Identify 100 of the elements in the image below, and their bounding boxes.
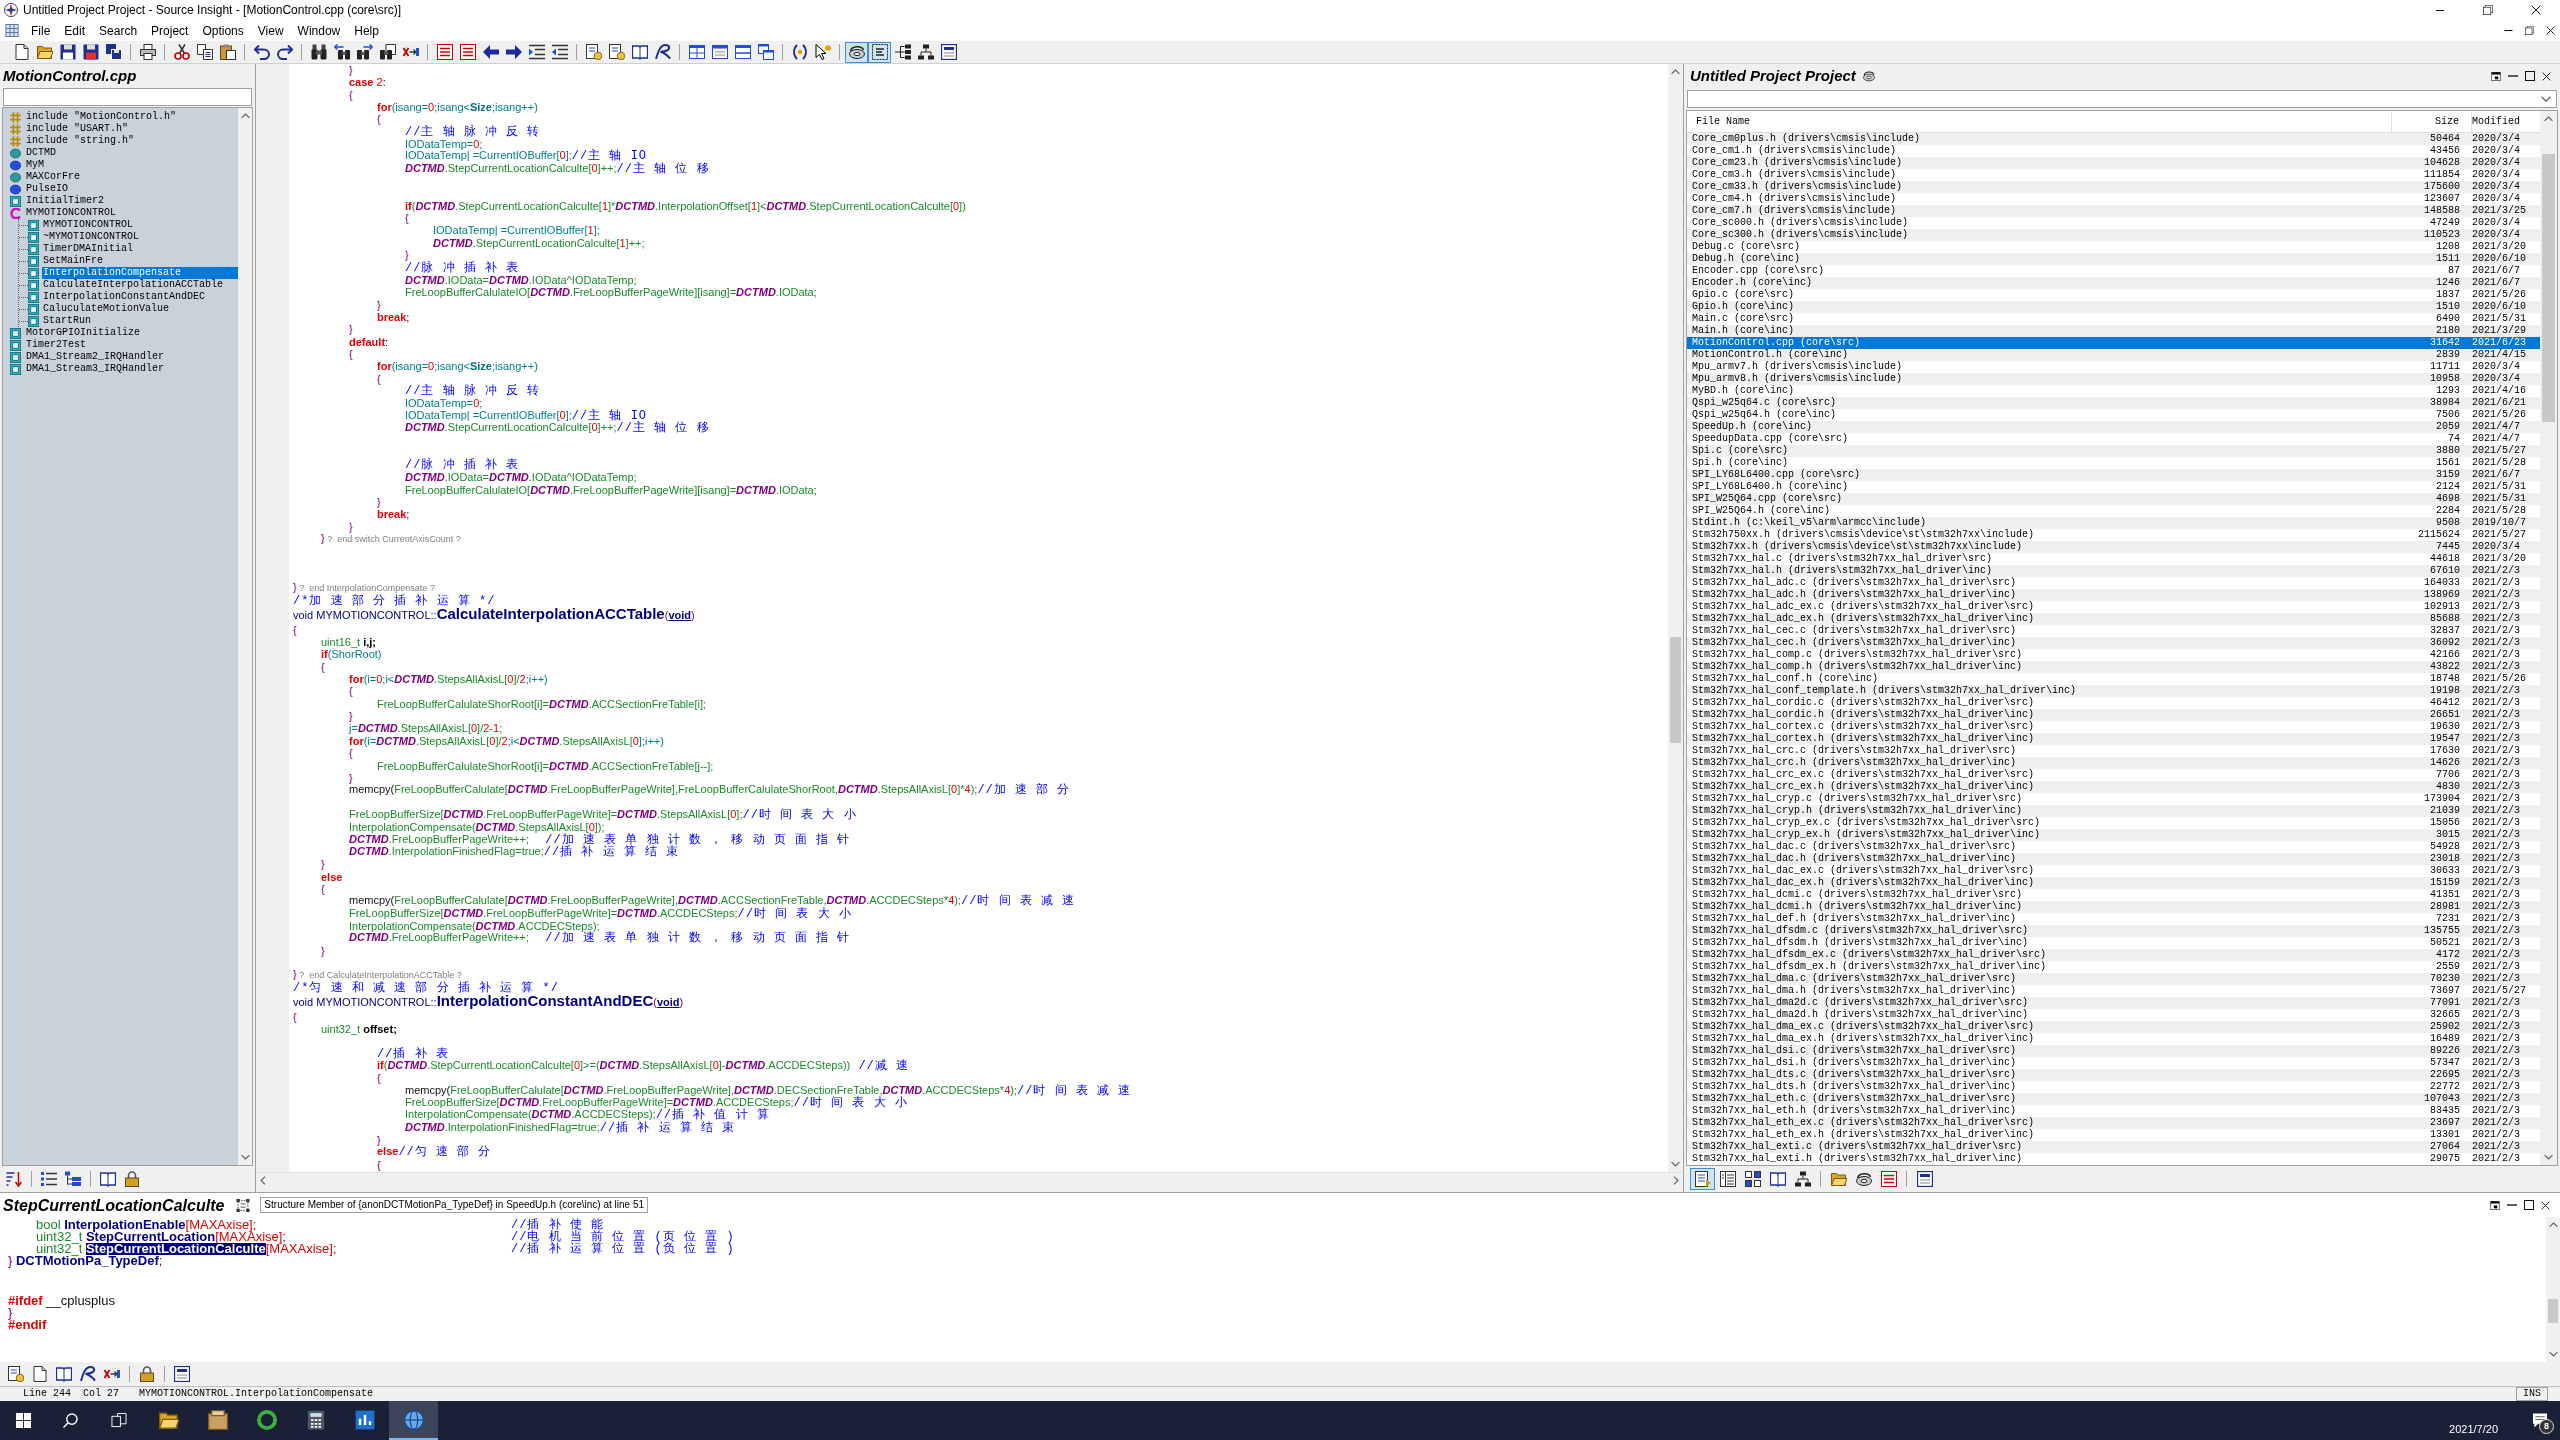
tree-item[interactable]: include "MotionControl.h" xyxy=(25,111,178,123)
scrollbar-thumb[interactable] xyxy=(1670,637,1681,743)
chevron-left-icon[interactable] xyxy=(260,1176,266,1185)
chevron-down-icon[interactable] xyxy=(2544,1154,2553,1160)
file-row[interactable]: Stm32h7xx_hal_dfsdm_ex.c (drivers\stm32h7xx_hal_driver\src) 4172 2021/2/3 xyxy=(1687,949,2540,961)
maximize-icon[interactable] xyxy=(2524,1200,2534,1210)
file-row[interactable]: Stm32h7xx_hal_adc_ex.h (drivers\stm32h7xx_hal_driver\inc) 85688 2021/2/3 xyxy=(1687,613,2540,625)
file-row[interactable]: Stm32h7xx_hal_exti.c (drivers\stm32h7xx_hal_driver\src) 27064 2021/2/3 xyxy=(1687,1141,2540,1153)
file-row[interactable]: Gpio.h (core\inc) 1510 2020/6/10 xyxy=(1687,301,2540,313)
tree-item[interactable]: MyM xyxy=(25,159,45,171)
tree-item[interactable]: MotorGPIOInitialize xyxy=(25,327,142,339)
file-row[interactable]: Stm32h7xx_hal_crc_ex.h (drivers\stm32h7xx_hal_driver\inc) 4830 2021/2/3 xyxy=(1687,781,2540,793)
file-row[interactable]: Stm32h7xx_hal_cortex.h (drivers\stm32h7xx_hal_driver\inc) 19547 2021/2/3 xyxy=(1687,733,2540,745)
file-row[interactable]: Stm32h7xx_hal_cec.h (drivers\stm32h7xx_hal_driver\inc) 36092 2021/2/3 xyxy=(1687,637,2540,649)
file-row[interactable]: Stm32h7xx_hal.h (drivers\stm32h7xx_hal_driver\inc) 67610 2021/2/3 xyxy=(1687,565,2540,577)
file-row[interactable]: Mpu_armv8.h (drivers\cmsis\include) 10958 2020/3/4 xyxy=(1687,373,2540,385)
file-row[interactable]: Stm32h7xx_hal_cryp.h (drivers\stm32h7xx_hal_driver\inc) 21039 2021/2/3 xyxy=(1687,805,2540,817)
menu-item[interactable]: Help xyxy=(347,22,386,39)
file-row[interactable]: Stm32h7xx_hal_comp.h (drivers\stm32h7xx_hal_driver\inc) 43822 2021/2/3 xyxy=(1687,661,2540,673)
close-icon[interactable] xyxy=(2546,26,2555,35)
file-row[interactable]: Stm32h7xx_hal_dma_ex.c (drivers\stm32h7xx_hal_driver\src) 25902 2021/2/3 xyxy=(1687,1021,2540,1033)
file-row[interactable]: Stm32h7xx.h (drivers\cmsis\device\st\stm32h7xx\include) 7445 2020/3/4 xyxy=(1687,541,2540,553)
filter-field[interactable] xyxy=(3,88,252,106)
menu-item[interactable]: File xyxy=(24,22,58,39)
toolbar-button[interactable] xyxy=(845,41,868,63)
scrollbar[interactable] xyxy=(256,1172,1683,1188)
file-row[interactable]: Core_cm7.h (drivers\cmsis\include) 148588 2021/3/25 xyxy=(1687,205,2540,217)
file-row[interactable]: Stm32h7xx_hal_cryp_ex.h (drivers\stm32h7xx_hal_driver\inc) 3015 2021/2/3 xyxy=(1687,829,2540,841)
file-row[interactable]: Stm32h7xx_hal_dac_ex.h (drivers\stm32h7xx_hal_driver\inc) 15159 2021/2/3 xyxy=(1687,877,2540,889)
tree-item[interactable]: ~MYMOTIONCONTROL xyxy=(42,231,140,243)
chevron-up-icon[interactable] xyxy=(1671,69,1680,75)
menu-item[interactable]: Search xyxy=(92,22,145,39)
column-header[interactable]: File Name xyxy=(1696,115,1750,127)
file-row[interactable]: Stm32h7xx_hal_dts.c (drivers\stm32h7xx_hal_driver\src) 22695 2021/2/3 xyxy=(1687,1069,2540,1081)
tree-item[interactable]: CalculateInterpolationACCTable xyxy=(42,279,225,291)
file-row[interactable]: Encoder.h (core\inc) 1246 2021/6/7 xyxy=(1687,277,2540,289)
scrollbar-thumb[interactable] xyxy=(2548,1299,2558,1323)
tree-item[interactable]: InitialTimer2 xyxy=(25,195,105,207)
tree-item[interactable]: DCTMD xyxy=(25,147,57,159)
chevron-up-icon[interactable] xyxy=(2544,116,2553,122)
close-icon[interactable] xyxy=(2542,71,2551,81)
close-icon[interactable] xyxy=(2541,1200,2550,1210)
chevron-right-icon[interactable] xyxy=(1673,1176,1679,1185)
file-row[interactable]: Core_cm33.h (drivers\cmsis\include) 175600 2020/3/4 xyxy=(1687,181,2540,193)
tree-item[interactable]: TimerDMAInitial xyxy=(42,243,134,255)
file-row[interactable]: Stm32h7xx_hal_dfsdm.c (drivers\stm32h7xx_hal_driver\src) 135755 2021/2/3 xyxy=(1687,925,2540,937)
tree-item[interactable]: StartRun xyxy=(42,315,92,327)
file-row[interactable]: Stm32h7xx_hal_dac.h (drivers\stm32h7xx_hal_driver\inc) 23018 2021/2/3 xyxy=(1687,853,2540,865)
file-row[interactable]: Stm32h7xx_hal_adc.h (drivers\stm32h7xx_hal_driver\inc) 138969 2021/2/3 xyxy=(1687,589,2540,601)
scrollbar[interactable] xyxy=(1668,64,1683,1172)
menu-item[interactable]: Edit xyxy=(57,22,93,39)
chevron-up-icon[interactable] xyxy=(2548,1222,2558,1228)
chevron-down-icon[interactable] xyxy=(1671,1161,1680,1167)
file-row[interactable]: Spi.c (core\src) 3880 2021/5/27 xyxy=(1687,445,2540,457)
file-row[interactable]: Stm32h7xx_hal_cordic.h (drivers\stm32h7xx_hal_driver\inc) 26651 2021/2/3 xyxy=(1687,709,2540,721)
tree-item[interactable]: DMA1_Stream3_IRQHandler xyxy=(25,363,166,375)
file-row[interactable]: Core_cm0plus.h (drivers\cmsis\include) 50464 2020/3/4 xyxy=(1687,133,2540,145)
tree-item[interactable]: CaluculateMotionValue xyxy=(42,303,171,315)
file-row[interactable]: Main.h (core\inc) 2180 2021/3/29 xyxy=(1687,325,2540,337)
close-icon[interactable] xyxy=(2531,5,2541,15)
menu-item[interactable]: Options xyxy=(195,22,251,39)
dock-icon[interactable] xyxy=(2490,1200,2500,1210)
notification-button[interactable]: 8 xyxy=(2520,1401,2560,1440)
chevron-down-icon[interactable] xyxy=(240,1154,250,1160)
file-row[interactable]: Qspi_w25q64.c (core\src) 38984 2021/6/21 xyxy=(1687,397,2540,409)
tree-item[interactable]: DMA1_Stream2_IRQHandler xyxy=(25,351,166,363)
file-row[interactable]: Stm32h7xx_hal_crc.h (drivers\stm32h7xx_hal_driver\inc) 14626 2021/2/3 xyxy=(1687,757,2540,769)
file-row[interactable]: SpeedUp.h (core\inc) 2059 2021/4/7 xyxy=(1687,421,2540,433)
scrollbar-thumb[interactable] xyxy=(2542,154,2555,422)
menu-item[interactable]: Project xyxy=(144,22,196,39)
file-row[interactable]: MotionControl.cpp (core\src) 31642 2021/6/23 xyxy=(1687,337,2540,349)
tree-item[interactable]: PulseIO xyxy=(25,183,69,195)
file-row[interactable]: SPI_W25Q64.cpp (core\src) 4698 2021/5/31 xyxy=(1687,493,2540,505)
minimize-icon[interactable] xyxy=(2435,9,2445,11)
file-row[interactable]: Stm32h7xx_hal_dcmi.h (drivers\stm32h7xx_hal_driver\inc) 28981 2021/2/3 xyxy=(1687,901,2540,913)
dock-icon[interactable] xyxy=(2491,71,2501,81)
column-header[interactable]: Size xyxy=(2435,115,2459,127)
file-row[interactable]: Stm32h7xx_hal_eth.c (drivers\stm32h7xx_hal_driver\src) 107043 2021/2/3 xyxy=(1687,1093,2540,1105)
file-row[interactable]: Stm32h7xx_hal_dsi.c (drivers\stm32h7xx_hal_driver\src) 89226 2021/2/3 xyxy=(1687,1045,2540,1057)
scrollbar[interactable] xyxy=(238,108,252,1165)
tree-item[interactable]: InterpolationCompensate xyxy=(42,267,238,279)
file-row[interactable]: Stm32h7xx_hal_conf_template.h (drivers\stm32h7xx_hal_driver\inc) 19198 2021/2/3 xyxy=(1687,685,2540,697)
tree-item[interactable]: MYMOTIONCONTROL xyxy=(25,207,117,219)
toolbar-button[interactable] xyxy=(868,41,891,63)
file-row[interactable]: MotionControl.h (core\inc) 2839 2021/4/15 xyxy=(1687,349,2540,361)
tree-item[interactable]: MAXCorFre xyxy=(25,171,81,183)
tree-item[interactable]: include "USART.h" xyxy=(25,123,130,135)
file-row[interactable]: Stm32h7xx_hal_eth_ex.c (drivers\stm32h7xx_hal_driver\src) 23697 2021/2/3 xyxy=(1687,1117,2540,1129)
tree-item[interactable]: include "string.h" xyxy=(25,135,136,147)
project-dropdown[interactable] xyxy=(1687,90,2557,108)
tree-item[interactable]: InterpolationConstantAndDEC xyxy=(42,291,207,303)
file-row[interactable]: Core_sc300.h (drivers\cmsis\include) 110523 2020/3/4 xyxy=(1687,229,2540,241)
toolbar-button[interactable] xyxy=(1690,1168,1715,1190)
scrollbar[interactable] xyxy=(2540,111,2557,1165)
chevron-up-icon[interactable] xyxy=(240,113,250,119)
restore-icon[interactable] xyxy=(2483,5,2493,15)
scrollbar[interactable] xyxy=(2546,1217,2560,1362)
tree-item[interactable]: SetMainFre xyxy=(42,255,104,267)
file-row[interactable]: Stdint.h (c:\keil_v5\arm\armcc\include) 9508 2019/10/7 xyxy=(1687,517,2540,529)
column-header[interactable]: Modified xyxy=(2472,115,2520,127)
